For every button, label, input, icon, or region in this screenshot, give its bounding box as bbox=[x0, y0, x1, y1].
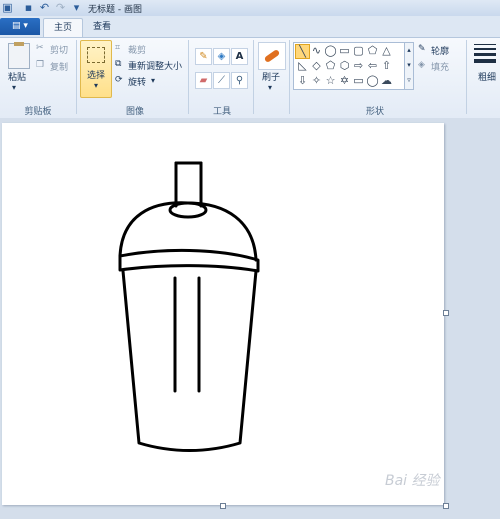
pentagon-shape-icon[interactable]: ⬠ bbox=[324, 59, 337, 72]
eraser-icon[interactable]: ▰ bbox=[195, 72, 212, 89]
select-button[interactable]: 选择 ▾ bbox=[80, 40, 112, 98]
tools-group-label: 工具 bbox=[212, 107, 231, 117]
polygon-shape-icon[interactable]: ⬠ bbox=[366, 44, 379, 57]
separator bbox=[188, 40, 189, 114]
rounded-rect-shape-icon[interactable]: ▢ bbox=[352, 44, 365, 57]
outline-button[interactable]: 轮廓 bbox=[431, 44, 449, 57]
scissors-icon: ✂ bbox=[36, 43, 44, 53]
arrow-right-shape-icon[interactable]: ⇨ bbox=[352, 59, 365, 72]
redo-icon[interactable]: ↷ bbox=[54, 1, 67, 14]
separator bbox=[253, 40, 254, 114]
select-dropdown-icon: ▾ bbox=[93, 81, 98, 90]
paste-dropdown-icon[interactable]: ▾ bbox=[12, 83, 16, 92]
pencil-icon[interactable]: ✎ bbox=[195, 48, 212, 65]
separator bbox=[289, 40, 290, 114]
straw-top bbox=[174, 161, 203, 208]
text-tool-icon[interactable]: A bbox=[231, 48, 248, 65]
separator bbox=[76, 40, 77, 114]
arrow-up-shape-icon[interactable]: ⇧ bbox=[380, 59, 393, 72]
canvas-resize-handle-corner[interactable] bbox=[443, 503, 449, 509]
cloud-callout-icon[interactable]: ☁ bbox=[380, 74, 393, 87]
shapes-gallery: ╲ ∿ ◯ ▭ ▢ ⬠ △ ◺ ◇ ⬠ ⬡ ⇨ ⇦ ⇧ ⇩ ✧ ☆ ✡ ▭ ◯ … bbox=[293, 42, 405, 90]
size-button[interactable]: 粗细 bbox=[478, 70, 496, 83]
cup-drawing bbox=[118, 161, 260, 452]
shapes-group-label: 形状 bbox=[365, 107, 384, 117]
brush-icon[interactable] bbox=[258, 42, 286, 70]
paste-button[interactable]: 粘贴 bbox=[8, 70, 26, 83]
copy-icon: ❐ bbox=[36, 60, 45, 70]
four-point-star-icon[interactable]: ✧ bbox=[310, 74, 323, 87]
arrow-down-shape-icon[interactable]: ⇩ bbox=[296, 74, 309, 87]
title-bar: ▣ ▪ ↶ ↷ ▾ 无标题 - 画图 bbox=[0, 0, 500, 17]
line-shape-icon[interactable]: ╲ bbox=[295, 44, 310, 59]
undo-icon[interactable]: ↶ bbox=[38, 1, 51, 14]
oval-shape-icon[interactable]: ◯ bbox=[324, 44, 337, 57]
diamond-shape-icon[interactable]: ◇ bbox=[310, 59, 323, 72]
cut-button[interactable]: 剪切 bbox=[50, 43, 68, 56]
clipboard-paste-icon[interactable] bbox=[8, 42, 30, 69]
window-title: 无标题 - 画图 bbox=[88, 5, 142, 15]
canvas-resize-handle-bottom[interactable] bbox=[220, 503, 226, 509]
hexagon-shape-icon[interactable]: ⬡ bbox=[338, 59, 351, 72]
copy-button[interactable]: 复制 bbox=[50, 60, 68, 73]
arrow-left-shape-icon[interactable]: ⇦ bbox=[366, 59, 379, 72]
rotate-button[interactable]: 旋转 bbox=[128, 75, 146, 88]
oval-callout-icon[interactable]: ◯ bbox=[366, 74, 379, 87]
drawing-canvas[interactable] bbox=[2, 123, 444, 505]
rect-callout-icon[interactable]: ▭ bbox=[352, 74, 365, 87]
canvas-resize-handle-right[interactable] bbox=[443, 310, 449, 316]
select-rect-icon bbox=[87, 47, 105, 63]
five-point-star-icon[interactable]: ☆ bbox=[324, 74, 337, 87]
line-width-icon[interactable] bbox=[474, 44, 496, 63]
rectangle-shape-icon[interactable]: ▭ bbox=[338, 44, 351, 57]
magnifier-icon[interactable]: ⚲ bbox=[231, 72, 248, 89]
straw-inner bbox=[173, 276, 201, 393]
color-picker-icon[interactable]: ⟋ bbox=[213, 72, 230, 89]
outline-icon: ✎ bbox=[418, 44, 426, 54]
triangle-shape-icon[interactable]: △ bbox=[380, 44, 393, 57]
fill-bucket-icon[interactable]: ◈ bbox=[213, 48, 230, 65]
resize-button[interactable]: 重新调整大小 bbox=[128, 59, 182, 72]
customize-toolbar-icon[interactable]: ▾ bbox=[70, 1, 83, 14]
shapes-scrollbar[interactable]: ▴ ▾ ▿ bbox=[404, 42, 414, 90]
cup-body bbox=[121, 269, 258, 452]
rotate-icon: ⟳ bbox=[115, 75, 123, 85]
save-icon[interactable]: ▪ bbox=[22, 1, 35, 14]
straw-opening bbox=[168, 201, 208, 219]
clipboard-group-label: 剪贴板 bbox=[24, 107, 52, 117]
brushes-button[interactable]: 刷子 bbox=[262, 70, 280, 83]
resize-icon: ⧉ bbox=[115, 59, 122, 69]
cup-rim bbox=[118, 248, 260, 273]
select-label: 选择 bbox=[86, 71, 105, 81]
curve-shape-icon[interactable]: ∿ bbox=[310, 44, 323, 57]
tab-home[interactable]: 主页 bbox=[43, 18, 83, 38]
crop-icon: ⌗ bbox=[115, 43, 121, 53]
crop-button[interactable]: 裁剪 bbox=[128, 43, 146, 56]
watermark: Bai 经验 bbox=[385, 473, 440, 489]
file-menu-button[interactable]: ▤ ▾ bbox=[0, 18, 40, 35]
rotate-dropdown-icon[interactable]: ▾ bbox=[151, 76, 155, 85]
fill-icon: ◈ bbox=[418, 60, 425, 70]
brushes-dropdown-icon[interactable]: ▾ bbox=[268, 83, 272, 92]
paint-app-icon: ▣ bbox=[2, 1, 13, 14]
separator bbox=[466, 40, 467, 114]
six-point-star-icon[interactable]: ✡ bbox=[338, 74, 351, 87]
tab-view[interactable]: 查看 bbox=[84, 18, 120, 37]
right-triangle-shape-icon[interactable]: ◺ bbox=[296, 59, 309, 72]
fill-button[interactable]: 填充 bbox=[431, 60, 449, 73]
image-group-label: 图像 bbox=[125, 107, 144, 117]
